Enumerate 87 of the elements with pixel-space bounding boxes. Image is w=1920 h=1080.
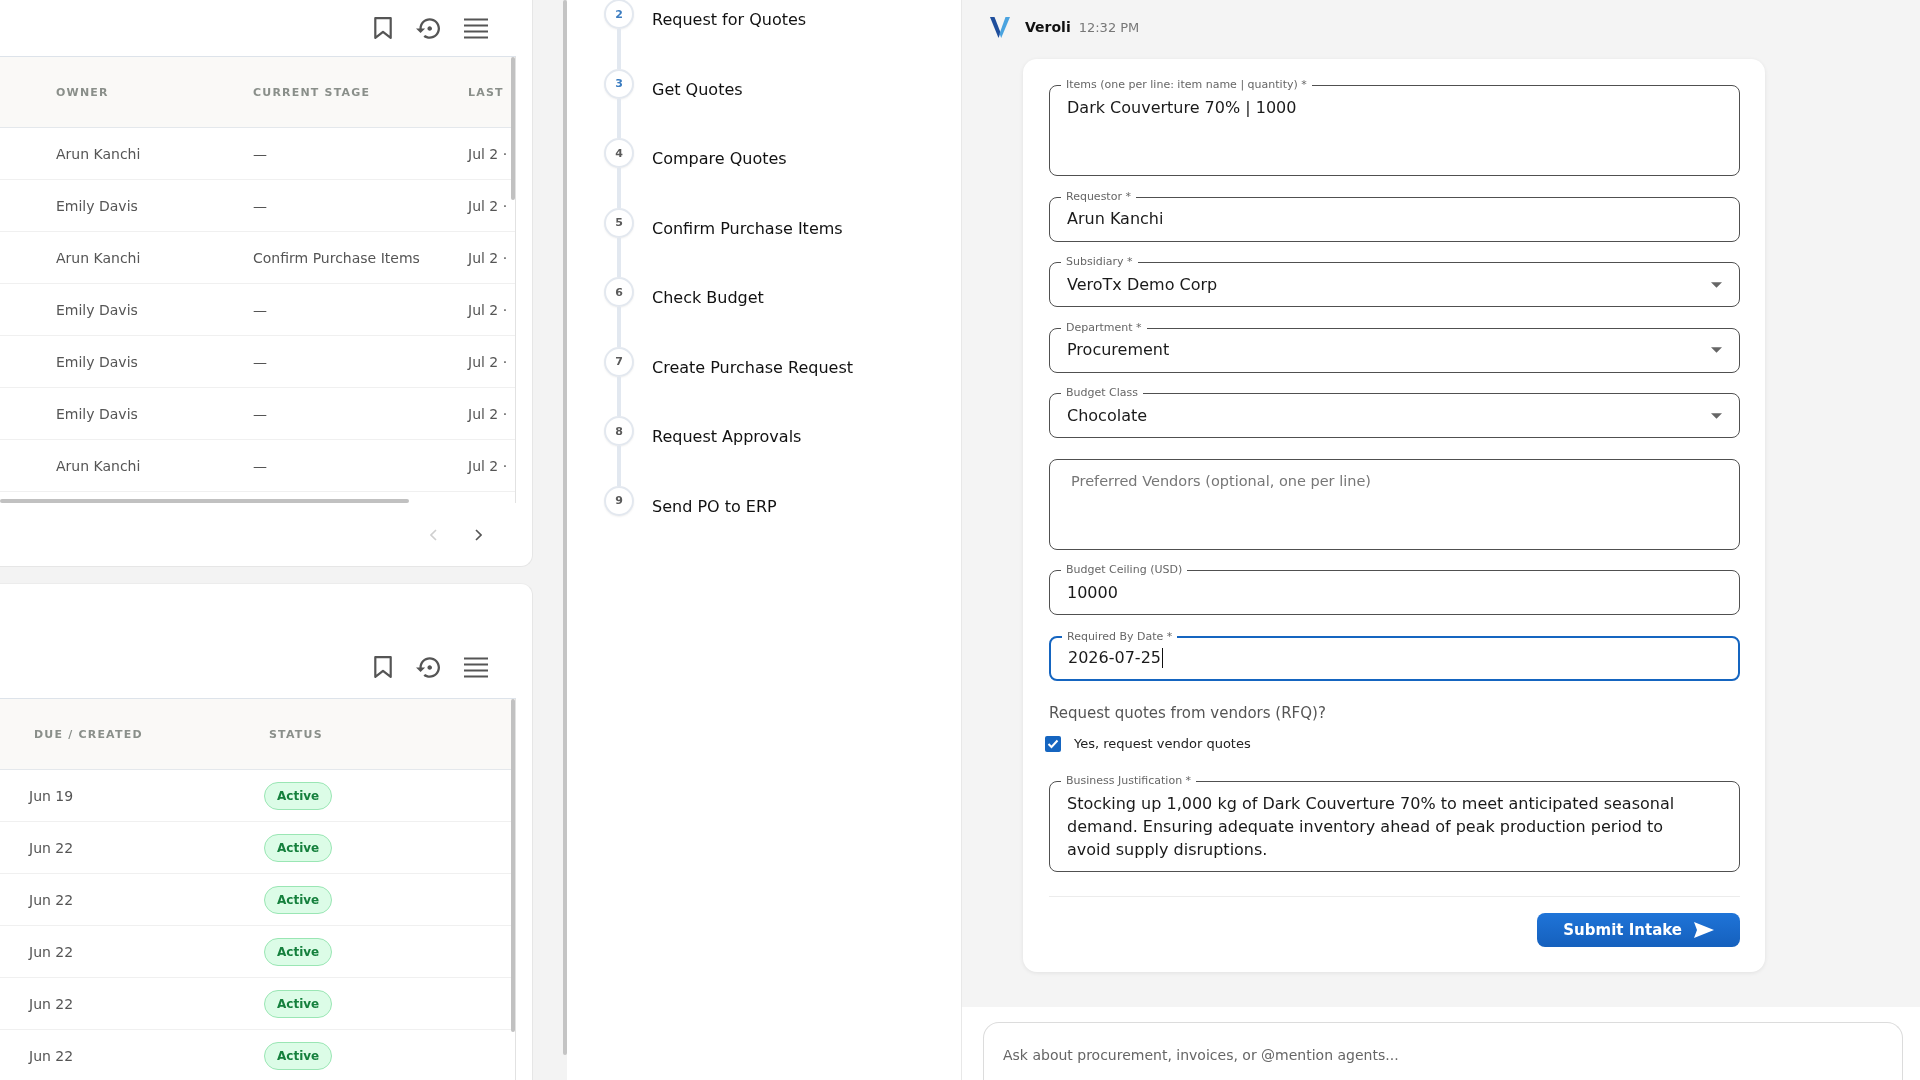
menu-icon[interactable] (464, 17, 488, 39)
table-cell: Jun 22 (29, 943, 74, 960)
step-label: Check Budget (652, 287, 764, 309)
step-label: Compare Quotes (652, 148, 787, 170)
table-cell: Jul 2 · (468, 353, 508, 370)
history-icon[interactable] (416, 657, 440, 678)
message-input[interactable]: Ask about procurement, invoices, or @mention agents... (983, 1022, 1903, 1080)
column-header: CURRENT STAGE (252, 85, 371, 99)
step-number: 8 (604, 416, 634, 446)
step-number: 2 (604, 0, 634, 29)
table-cell: Jul 2 · (468, 301, 508, 318)
table-cell: Jul 2 · (468, 197, 508, 214)
field-label: Budget Ceiling (USD) (1061, 563, 1188, 577)
table-cell: Jun 22 (29, 839, 74, 856)
status-badge: Active (264, 1041, 333, 1070)
question-text: Request quotes from vendors (RFQ)? (1049, 702, 1326, 723)
text-area[interactable]: Preferred Vendors (optional, one per line) (1049, 458, 1740, 550)
table-cell: Jun 19 (29, 787, 74, 804)
send-icon (1694, 921, 1714, 938)
step-number: 7 (604, 346, 634, 377)
column-header: DUE / CREATED (33, 727, 143, 741)
field-label: Budget Class (1061, 386, 1143, 400)
table-cell: Jun 22 (29, 891, 74, 908)
table-cell: Arun Kanchi (56, 145, 141, 162)
table-cell: — (253, 457, 267, 474)
checkbox[interactable] (1045, 735, 1061, 752)
status-badge: Active (264, 989, 333, 1018)
column-header: OWNER (55, 85, 109, 99)
sender-name: Veroli (1025, 19, 1071, 35)
table-cell: Emily Davis (56, 405, 138, 422)
table-cell: Confirm Purchase Items (253, 249, 420, 266)
table-cell: Jul 2 · (468, 249, 508, 266)
table-cell: Jul 2 · (468, 405, 508, 422)
v-logo-icon (990, 16, 1010, 38)
table-cell: — (253, 197, 267, 214)
field-label: Requestor * (1061, 189, 1136, 204)
field-label: Items (one per line: item name | quantity) * (1061, 78, 1312, 92)
step-number: 6 (604, 277, 634, 307)
status-badge: Active (264, 781, 333, 810)
status-badge: Active (264, 885, 333, 914)
column-header: STATUS (268, 727, 323, 741)
table-cell: Emily Davis (56, 301, 138, 318)
step-label: Get Quotes (652, 78, 743, 101)
table-cell: — (253, 405, 267, 422)
step-number: 9 (604, 485, 634, 516)
caret-down-icon[interactable] (1711, 412, 1722, 419)
table-cell: Arun Kanchi (56, 249, 141, 266)
field-label: Subsidiary * (1061, 255, 1138, 269)
step-number: 3 (604, 68, 634, 99)
step-number: 5 (604, 207, 634, 238)
field-label: Business Justification * (1061, 773, 1197, 788)
table-cell: — (253, 301, 267, 318)
step-label: Create Purchase Request (652, 356, 853, 379)
checkbox-label: Yes, request vendor quotes (1074, 736, 1251, 751)
message-time: 12:32 PM (1078, 19, 1140, 35)
table-cell: — (253, 145, 267, 162)
field-label: Required By Date * (1062, 629, 1178, 644)
field-label: Department * (1061, 320, 1147, 335)
table-cell: Arun Kanchi (56, 457, 141, 474)
status-badge: Active (264, 833, 333, 862)
table-cell: — (253, 353, 267, 370)
step-label: Request Approvals (652, 426, 802, 448)
scrollbar-thumb[interactable] (0, 499, 409, 503)
caret-down-icon[interactable] (1711, 281, 1722, 288)
table-cell: Jun 22 (29, 995, 74, 1012)
table-cell: Emily Davis (56, 353, 138, 370)
scrollbar-thumb[interactable] (511, 699, 515, 1032)
scrollbar-thumb[interactable] (511, 57, 515, 200)
submit-button[interactable]: Submit Intake (1537, 912, 1740, 947)
table-cell: Jul 2 · (468, 145, 508, 162)
table-cell: Emily Davis (56, 197, 138, 214)
step-label: Request for Quotes (652, 9, 807, 31)
step-label: Confirm Purchase Items (652, 217, 843, 240)
step-number: 4 (604, 138, 634, 168)
text-cursor-icon (1162, 648, 1163, 668)
history-icon[interactable] (416, 17, 440, 39)
menu-icon[interactable] (464, 657, 488, 678)
status-badge: Active (264, 937, 333, 966)
chevron-right-icon[interactable] (475, 528, 482, 541)
column-header: LAST (467, 85, 504, 99)
bookmark-icon[interactable] (374, 17, 392, 39)
scrollbar-thumb[interactable] (563, 0, 567, 1055)
step-label: Send PO to ERP (652, 495, 777, 518)
table-cell: Jun 22 (29, 1047, 74, 1064)
bookmark-icon[interactable] (374, 656, 392, 678)
caret-down-icon[interactable] (1711, 347, 1722, 353)
table-cell: Jul 2 · (468, 457, 508, 474)
